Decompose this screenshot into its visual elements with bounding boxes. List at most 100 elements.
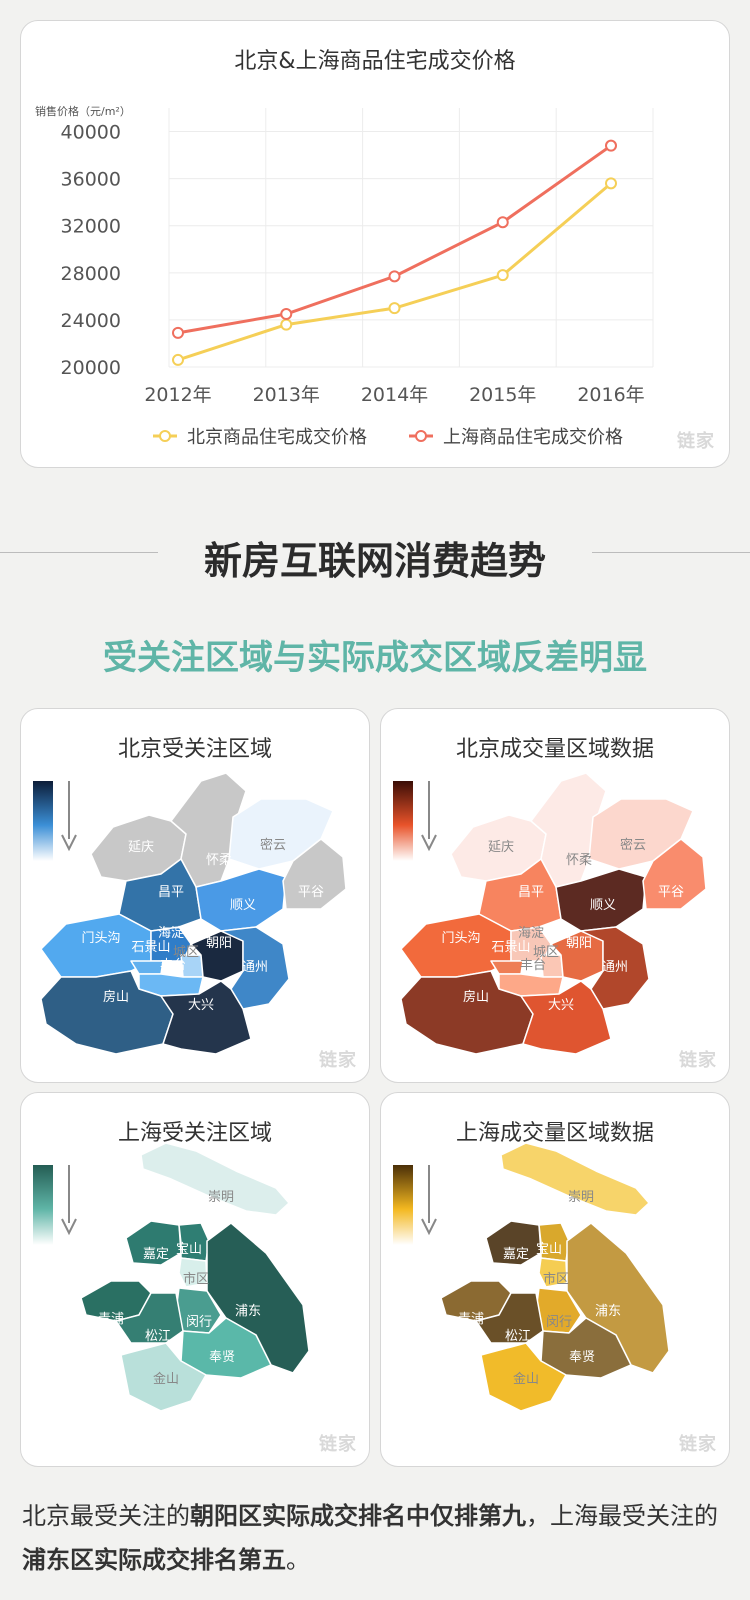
legend-gradient-bar	[393, 781, 413, 861]
section-header: 新房互联网消费趋势	[0, 522, 750, 583]
shanghai-attention-map: 崇明嘉定 宝山市区浦东青浦 闵行松江奉贤金山	[33, 1142, 310, 1412]
region-label: 石景山	[491, 940, 530, 955]
region-label: 丰台	[160, 958, 186, 973]
caption-text: 。	[286, 1546, 310, 1574]
data-point	[605, 177, 617, 190]
region-label: 顺义	[230, 898, 256, 913]
region-label: 通州	[242, 960, 268, 975]
region-label: 平谷	[298, 885, 324, 900]
region-label: 怀柔	[566, 853, 592, 868]
section-title: 新房互联网消费趋势	[203, 538, 546, 583]
beijing-attention-map: 延庆怀柔密云昌平顺义平谷门头沟 海淀石景山 城区朝阳丰台 通州房山大兴	[33, 772, 347, 1055]
y-axis-label: 销售价格（元/m²）	[35, 104, 131, 118]
region-label: 怀柔	[206, 853, 232, 868]
legend-gradient-bar	[33, 1165, 53, 1245]
region-label: 金山	[513, 1371, 539, 1387]
map-card-sh-attention: 上海受关注区域 崇明 嘉定 宝山 市区 浦东 青浦 闵行 松江 奉贤 金山 链家	[20, 1092, 370, 1467]
region-label: 青浦	[98, 1312, 124, 1327]
data-point	[388, 302, 401, 315]
legend-marker	[415, 430, 427, 442]
region-label: 昌平	[158, 885, 184, 900]
y-tick-label: 32000	[61, 216, 121, 238]
data-point	[172, 353, 184, 366]
shanghai-deals-map: 崇明嘉定 宝山市区浦东青浦 闵行松江奉贤金山	[393, 1142, 670, 1412]
legend-label: 北京商品住宅成交价格	[187, 427, 367, 448]
summary-caption: 北京最受关注的朝阳区实际成交排名中仅排第九，上海最受关注的浦东区实际成交排名第五…	[22, 1494, 732, 1582]
data-point	[605, 139, 617, 152]
legend-gradient-bar	[393, 1165, 413, 1245]
caption-text: 北京最受关注的	[22, 1502, 190, 1530]
region-label: 浦东	[235, 1304, 261, 1319]
region-label: 奉贤	[209, 1350, 235, 1365]
region-label: 松江	[145, 1329, 171, 1344]
data-point	[280, 318, 293, 331]
region-label: 石景山	[131, 940, 170, 955]
region-label: 丰台	[520, 958, 546, 973]
watermark-logo: 链家	[679, 1434, 717, 1455]
region-label: 宝山	[176, 1242, 202, 1257]
data-point	[496, 269, 509, 282]
region-label: 金山	[153, 1371, 179, 1387]
y-tick-label: 40000	[61, 122, 121, 144]
watermark-logo: 链家	[679, 1050, 717, 1071]
region-label: 青浦	[458, 1312, 484, 1327]
price-chart-card: 北京&上海商品住宅成交价格 20000 24000 28000 32000 36000 4…	[20, 20, 730, 468]
region-label: 朝阳	[206, 936, 232, 951]
x-tick-label: 2012年	[144, 384, 211, 406]
watermark-logo: 链家	[677, 431, 715, 452]
map-card-sh-deals: 上海成交量区域数据 崇明 嘉定 宝山 市区 浦东 青浦 闵行 松江 奉贤 金山 链家	[380, 1092, 730, 1467]
region-label: 延庆	[128, 840, 154, 855]
region-label: 密云	[620, 837, 646, 853]
region-label: 崇明	[208, 1190, 234, 1205]
y-tick-label: 36000	[61, 169, 121, 191]
region-label: 大兴	[188, 998, 214, 1013]
region-shape	[490, 960, 524, 975]
region-label: 密云	[260, 837, 286, 853]
caption-highlight: 朝阳区实际成交排名中仅排第九	[190, 1502, 526, 1530]
region-label: 闵行	[186, 1315, 212, 1330]
y-tick-label: 20000	[61, 357, 121, 379]
region-label: 门头沟	[441, 931, 480, 946]
region-label: 海淀	[158, 926, 184, 941]
caption-highlight: 浦东区实际成交排名第五	[22, 1546, 286, 1574]
x-tick-label: 2015年	[469, 384, 536, 406]
data-point	[388, 270, 401, 283]
region-label: 平谷	[658, 885, 684, 900]
region-label: 顺义	[590, 898, 616, 913]
region-label: 松江	[505, 1329, 531, 1344]
watermark-logo: 链家	[319, 1050, 357, 1071]
x-tick-label: 2016年	[577, 384, 644, 406]
legend-gradient-bar	[33, 781, 53, 861]
section-subtitle: 受关注区域与实际成交区域反差明显	[103, 638, 647, 678]
map-card-bj-deals: 北京成交量区域数据 延庆 怀柔 密云 昌平 顺义 平谷 门头沟 海淀 石景山 城区 朝阳 丰台 通州 房山…	[380, 708, 730, 1083]
region-label: 市区	[543, 1271, 569, 1287]
region-label: 奉贤	[569, 1350, 595, 1365]
region-label: 房山	[463, 989, 489, 1005]
region-label: 昌平	[518, 885, 544, 900]
data-point	[172, 326, 184, 339]
caption-text: ，上海最受关注的	[526, 1502, 718, 1530]
region-label: 宝山	[536, 1242, 562, 1257]
x-tick-label: 2013年	[253, 384, 320, 406]
region-label: 通州	[602, 960, 628, 975]
region-label: 崇明	[568, 1190, 594, 1205]
x-tick-label: 2014年	[361, 384, 428, 406]
data-point	[280, 308, 293, 321]
region-label: 朝阳	[566, 936, 592, 951]
region-label: 闵行	[546, 1315, 572, 1330]
map-card-bj-attention: 北京受关注区域 延庆 怀柔 密云 昌平 顺义 平谷 门头沟 海淀 石景山 城区 朝阳 丰台 通州 房山 大兴…	[20, 708, 370, 1083]
region-label: 嘉定	[503, 1247, 529, 1262]
region-label: 门头沟	[81, 931, 120, 946]
region-label: 浦东	[595, 1304, 621, 1319]
legend-marker	[159, 430, 171, 442]
beijing-deals-map: 延庆怀柔密云昌平顺义平谷门头沟 海淀石景山 城区朝阳丰台 通州房山大兴	[393, 772, 707, 1055]
region-label: 房山	[103, 989, 129, 1005]
region-label: 海淀	[518, 926, 544, 941]
price-line-chart: 20000 24000 28000 32000 36000 40000 销售价格（元/m²）…	[35, 104, 654, 448]
region-label: 延庆	[488, 840, 514, 855]
legend-label: 上海商品住宅成交价格	[443, 427, 623, 448]
region-label: 市区	[183, 1271, 209, 1287]
region-label: 大兴	[548, 998, 574, 1013]
region-shape	[130, 960, 164, 975]
watermark-logo: 链家	[319, 1434, 357, 1455]
